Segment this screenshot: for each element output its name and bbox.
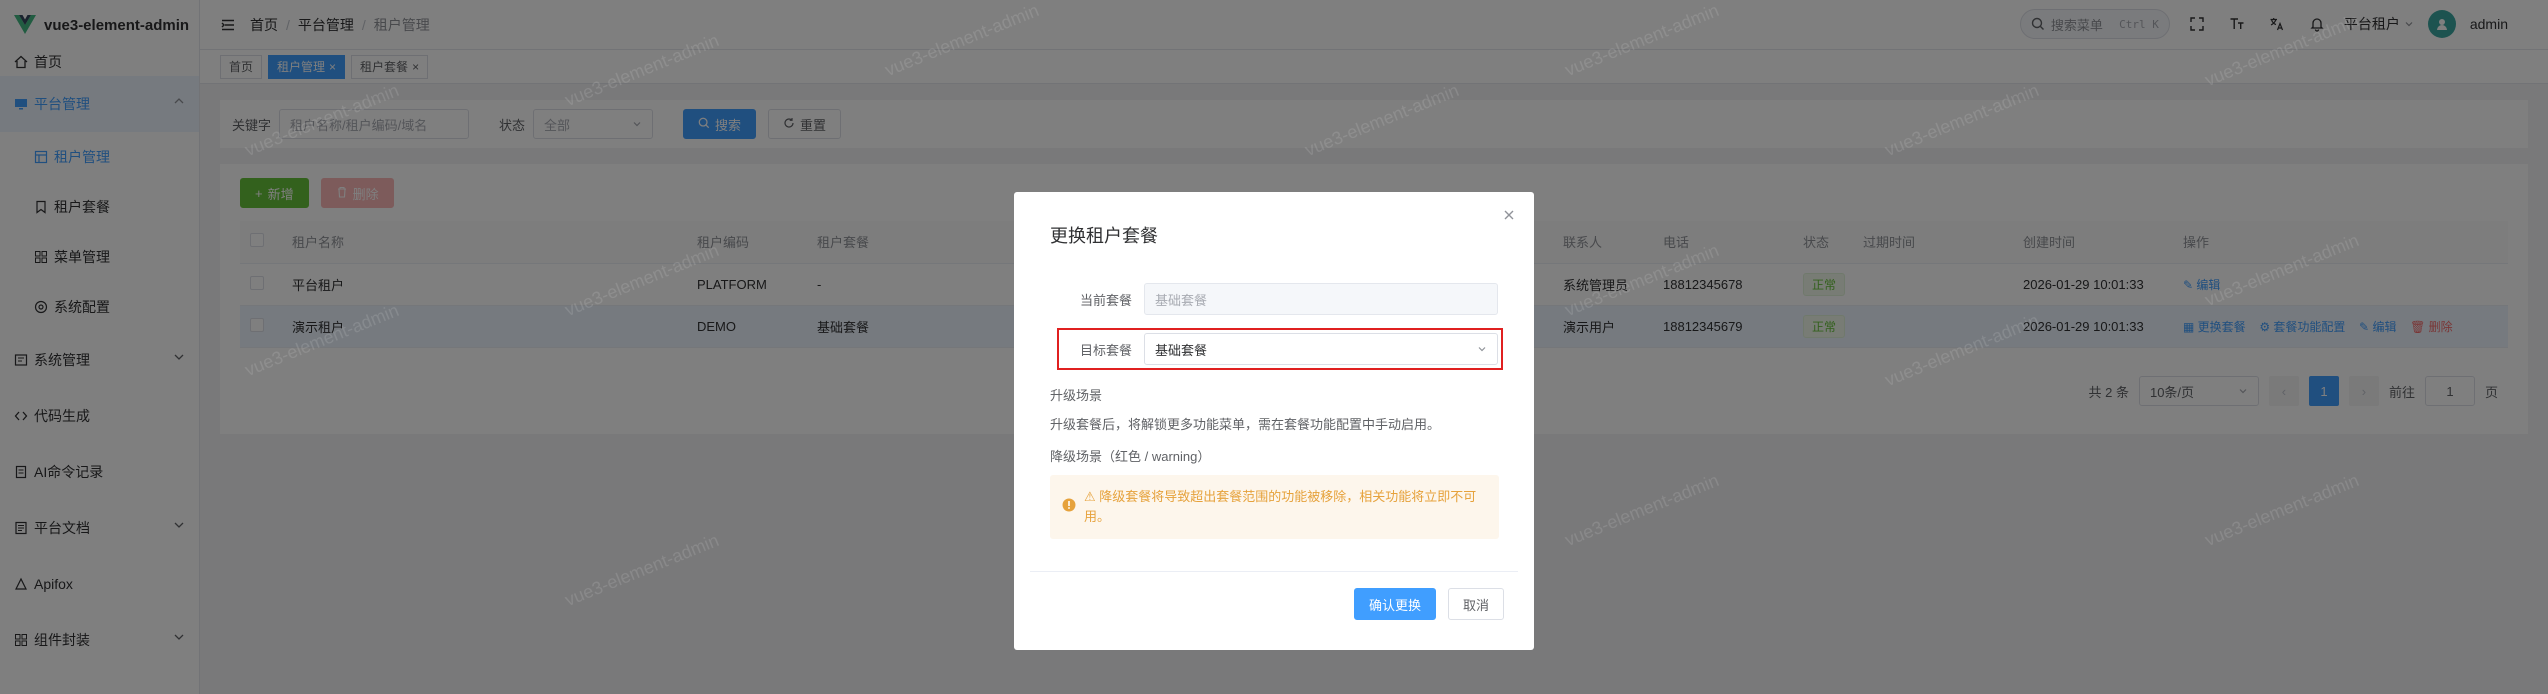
upgrade-title: 升级场景 (1050, 388, 1103, 403)
chevron-down-icon (1477, 342, 1487, 357)
watermark: vue3-element-admin (1562, 470, 1722, 551)
watermark: vue3-element-admin (562, 30, 722, 111)
watermark: vue3-element-admin (562, 530, 722, 611)
watermark: vue3-element-admin (2202, 470, 2362, 551)
target-package-row: 目标套餐 基础套餐 (1050, 333, 1498, 365)
warning-text: ⚠ 降级套餐将导致超出套餐范围的功能被移除，相关功能将立即不可用。 (1084, 489, 1477, 524)
watermark: vue3-element-admin (1562, 240, 1722, 321)
cancel-button[interactable]: 取消 (1447, 588, 1504, 620)
watermark: vue3-element-admin (1882, 80, 2042, 161)
watermark: vue3-element-admin (242, 80, 402, 161)
watermark: vue3-element-admin (2202, 10, 2362, 91)
watermark: vue3-element-admin (882, 0, 1042, 81)
warning-icon (1062, 487, 1076, 515)
target-package-label: 目标套餐 (1079, 342, 1132, 358)
downgrade-warning-alert: ⚠ 降级套餐将导致超出套餐范围的功能被移除，相关功能将立即不可用。 (1050, 475, 1499, 539)
divider (1030, 571, 1518, 572)
current-package-row: 当前套餐 基础套餐 (1050, 283, 1498, 315)
downgrade-title: 降级场景（红色 / warning） (1050, 449, 1211, 464)
target-package-value: 基础套餐 (1155, 342, 1208, 358)
dialog-title: 更换租户套餐 (1050, 226, 1158, 246)
watermark: vue3-element-admin (242, 300, 402, 381)
watermark: vue3-element-admin (562, 240, 722, 321)
current-package-value: 基础套餐 (1155, 292, 1208, 308)
target-package-select[interactable]: 基础套餐 (1144, 333, 1498, 365)
current-package-input: 基础套餐 (1144, 283, 1498, 315)
watermark: vue3-element-admin (1882, 310, 2042, 391)
current-package-label: 当前套餐 (1079, 292, 1132, 308)
watermark: vue3-element-admin (1562, 0, 1722, 81)
watermark: vue3-element-admin (2202, 230, 2362, 311)
close-icon[interactable] (1500, 206, 1518, 224)
watermark: vue3-element-admin (1302, 80, 1462, 161)
upgrade-description: 升级套餐后，将解锁更多功能菜单，需在套餐功能配置中手动启用。 (1050, 417, 1441, 432)
change-package-dialog: 更换租户套餐 当前套餐 基础套餐 目标套餐 基础套餐 升级场景 升级套餐后，将解… (1014, 192, 1534, 650)
confirm-button[interactable]: 确认更换 (1353, 588, 1436, 620)
dialog-footer: 确认更换 取消 (1353, 588, 1504, 620)
